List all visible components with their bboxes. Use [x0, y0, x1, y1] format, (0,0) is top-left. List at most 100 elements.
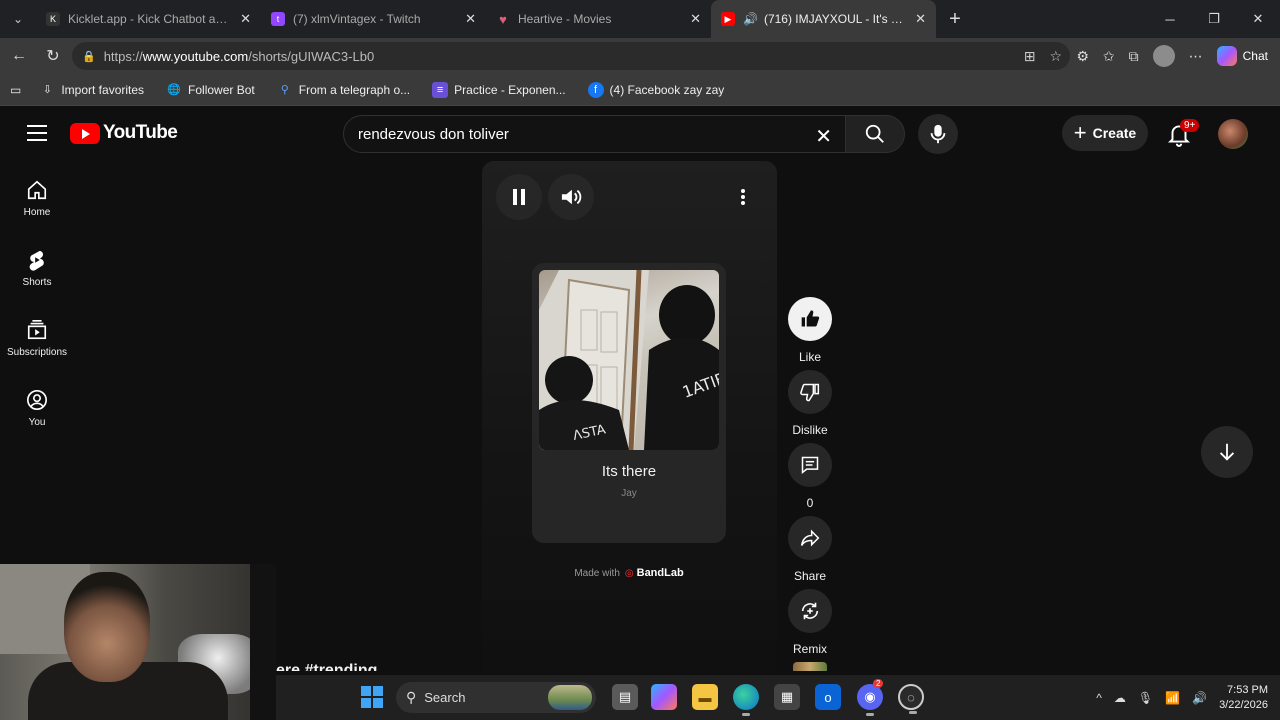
browser-tab[interactable]: ♥ Heartive - Movies ✕ — [486, 0, 711, 38]
tab-close-icon[interactable]: ✕ — [240, 11, 251, 27]
onedrive-cloud-icon[interactable]: ☁ — [1114, 691, 1126, 705]
twitch-favicon-icon: t — [271, 12, 285, 26]
remix-action[interactable]: Remix — [788, 589, 832, 656]
new-tab-plus-icon[interactable]: + — [936, 8, 974, 31]
discord-badge: 2 — [873, 679, 884, 688]
file-manager-icon[interactable]: ▤ — [612, 684, 638, 710]
bookmark-item[interactable]: ⚲ From a telegraph o... — [277, 82, 410, 98]
tab-close-icon[interactable]: ✕ — [465, 11, 476, 27]
share-action[interactable]: Share — [788, 516, 832, 583]
made-with-prefix: Made with — [574, 567, 620, 579]
favorite-star-icon[interactable]: ☆ — [1049, 48, 1062, 65]
obs-icon[interactable]: ◌ — [898, 684, 924, 714]
discord-icon[interactable]: ◉ 2 — [857, 679, 884, 716]
account-avatar[interactable] — [1218, 119, 1248, 149]
create-label: Create — [1092, 125, 1137, 141]
copilot-app-icon[interactable] — [651, 684, 677, 710]
bookmark-label: Import favorites — [61, 82, 145, 97]
menu-hamburger-icon[interactable] — [27, 125, 47, 141]
url-path: /shorts/gUIWAC3-Lb0 — [248, 48, 375, 64]
tab-actions-chevron-icon[interactable]: ⌄ — [0, 0, 36, 38]
bandlab-logo-icon: ◎ — [624, 567, 634, 579]
channel-thumbnail[interactable] — [793, 662, 827, 671]
comments-button[interactable] — [788, 443, 832, 487]
share-label: Share — [793, 569, 827, 583]
like-action[interactable]: Like — [788, 297, 832, 364]
youtube-wordmark: YouTube — [103, 122, 178, 143]
search-icon — [865, 124, 884, 143]
guide-item-home[interactable]: Home — [0, 161, 74, 231]
next-short-button[interactable] — [1201, 426, 1253, 478]
url-host: www.youtube.com — [142, 48, 249, 64]
tab-actions-icon[interactable]: ▭ — [10, 83, 21, 97]
store-icon[interactable]: ▦ — [774, 684, 800, 710]
bandlab-brand: BandLab — [636, 567, 684, 579]
extension-icon[interactable]: ⚙ — [1076, 48, 1089, 65]
more-menu-icon[interactable]: ⋯ — [1189, 48, 1203, 65]
cover-art-icon: 1ATIE ΛSTA — [539, 270, 719, 450]
clock[interactable]: 7:53 PM 3/22/2026 — [1219, 683, 1268, 713]
url-field[interactable]: 🔒 https://www.youtube.com/shorts/gUIWAC3… — [72, 42, 1070, 70]
back-arrow-icon[interactable]: ← — [2, 38, 36, 74]
guide-item-shorts[interactable]: Shorts — [0, 231, 74, 301]
create-button[interactable]: + Create — [1062, 115, 1148, 151]
remix-button[interactable] — [788, 589, 832, 633]
mini-guide-sidebar: Home Shorts Subscriptions You — [0, 161, 74, 441]
tab-close-icon[interactable]: ✕ — [915, 11, 926, 27]
maximize-icon[interactable]: ❐ — [1192, 0, 1236, 38]
taskbar-search[interactable]: ⚲ Search — [396, 682, 596, 713]
minimize-icon[interactable]: ─ — [1148, 0, 1192, 38]
browser-tab[interactable]: K Kicklet.app - Kick Chatbot and Ov ✕ — [36, 0, 261, 38]
guide-item-you[interactable]: You — [0, 371, 74, 441]
comments-action[interactable]: 0 — [788, 443, 832, 510]
lock-icon[interactable]: 🔒 — [82, 50, 96, 63]
edge-browser-icon[interactable] — [733, 684, 759, 716]
close-window-icon[interactable]: ✕ — [1236, 0, 1280, 38]
speaker-icon[interactable]: 🔊 — [743, 12, 758, 26]
address-toolbar: ← ↻ 🔒 https://www.youtube.com/shorts/gUI… — [0, 38, 1280, 74]
guide-label: Shorts — [22, 277, 52, 288]
reload-icon[interactable]: ↻ — [36, 38, 70, 74]
profile-avatar-icon[interactable] — [1152, 45, 1175, 67]
browser-tab-active[interactable]: ▶ 🔊 (716) IMJAYXOUL - It's There ✕ — [711, 0, 936, 38]
short-caption: ere #trending — [276, 662, 378, 671]
taskbar-search-label: Search — [424, 690, 466, 705]
tab-close-icon[interactable]: ✕ — [690, 11, 701, 27]
search-button[interactable] — [845, 115, 905, 153]
volume-button[interactable] — [548, 174, 594, 220]
copilot-chat-button[interactable]: Chat — [1216, 46, 1268, 66]
browser-tab[interactable]: t (7) xlmVintagex - Twitch ✕ — [261, 0, 486, 38]
volume-tray-icon[interactable]: 🔊 — [1192, 691, 1207, 705]
more-options-icon[interactable] — [736, 186, 750, 208]
pause-button[interactable] — [496, 174, 542, 220]
microphone-tray-icon[interactable]: 🎙 — [1138, 691, 1153, 705]
youtube-logo[interactable]: YouTube — [70, 122, 178, 144]
chat-label: Chat — [1242, 49, 1268, 63]
wifi-icon[interactable]: 📶 — [1165, 691, 1180, 705]
comments-count: 0 — [806, 496, 814, 510]
folder-icon[interactable]: ▬ — [692, 684, 718, 710]
plus-icon: + — [1073, 120, 1087, 145]
guide-item-subscriptions[interactable]: Subscriptions — [0, 301, 74, 371]
app-available-icon[interactable]: ⊞ — [1024, 48, 1036, 65]
share-button[interactable] — [788, 516, 832, 560]
dislike-button[interactable] — [788, 370, 832, 414]
you-icon — [27, 390, 47, 410]
voice-search-button[interactable] — [918, 114, 958, 154]
bookmark-item[interactable]: ≡ Practice - Exponen... — [432, 81, 566, 98]
windows-start-icon[interactable] — [361, 686, 383, 708]
favorites-icon[interactable]: ✩ — [1103, 48, 1115, 65]
tray-chevron-icon[interactable]: ^ — [1096, 691, 1102, 705]
dislike-action[interactable]: Dislike — [788, 370, 832, 437]
guide-label: Home — [23, 207, 51, 218]
bookmark-item[interactable]: 🌐 Follower Bot — [166, 82, 255, 98]
bookmark-item[interactable]: ⇩ Import favorites — [39, 82, 144, 98]
clear-search-icon[interactable]: ✕ — [815, 124, 832, 149]
system-tray: ^ ☁ 🎙 📶 🔊 7:53 PM 3/22/2026 — [1096, 675, 1268, 720]
bookmark-item[interactable]: f (4) Facebook zay zay — [587, 81, 724, 98]
search-input[interactable]: rendezvous don toliver ✕ — [343, 115, 857, 153]
tab-title: Heartive - Movies — [518, 12, 612, 26]
like-button[interactable] — [788, 297, 832, 341]
outlook-icon[interactable]: o — [815, 684, 841, 710]
collections-icon[interactable]: ⧉ — [1129, 48, 1139, 65]
